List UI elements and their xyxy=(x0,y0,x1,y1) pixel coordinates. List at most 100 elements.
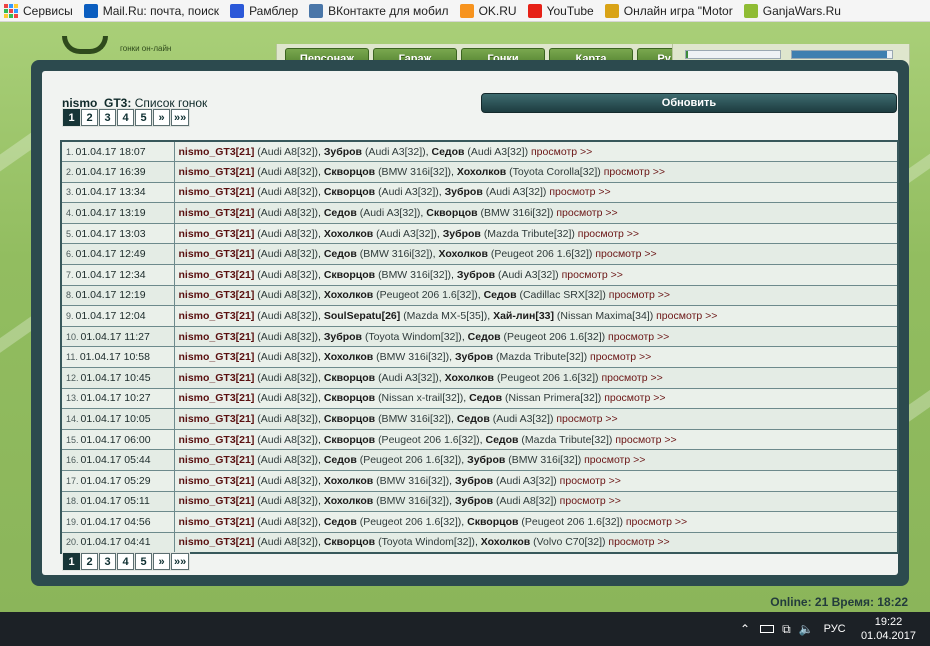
view-race-link[interactable]: просмотр >> xyxy=(531,146,592,158)
view-race-link[interactable]: просмотр >> xyxy=(656,310,717,322)
racer-name[interactable]: nismo_GT3[21] xyxy=(179,310,255,322)
bookmark-6[interactable]: Онлайн игра "Motor xyxy=(601,0,740,21)
racer-name[interactable]: Зубров xyxy=(455,495,493,507)
page-link[interactable]: 1 xyxy=(63,553,80,570)
bookmark-0[interactable]: Сервисы xyxy=(0,0,80,21)
page-link[interactable]: »» xyxy=(171,553,190,570)
racer-name[interactable]: nismo_GT3[21] xyxy=(179,392,255,404)
view-race-link[interactable]: просмотр >> xyxy=(615,434,676,446)
racer-name[interactable]: nismo_GT3[21] xyxy=(179,372,255,384)
racer-name[interactable]: nismo_GT3[21] xyxy=(179,166,255,178)
racer-name[interactable]: nismo_GT3[21] xyxy=(179,146,255,158)
racer-name[interactable]: nismo_GT3[21] xyxy=(179,495,255,507)
page-link[interactable]: 4 xyxy=(117,109,134,126)
bookmark-2[interactable]: Рамблер xyxy=(226,0,305,21)
racer-name[interactable]: nismo_GT3[21] xyxy=(179,434,255,446)
view-race-link[interactable]: просмотр >> xyxy=(608,536,669,548)
racer-name[interactable]: Зубров xyxy=(457,269,495,281)
racer-name[interactable]: Седов xyxy=(324,248,357,260)
racer-name[interactable]: Зубров xyxy=(443,228,481,240)
page-link[interactable]: 4 xyxy=(117,553,134,570)
racer-name[interactable]: Седов xyxy=(468,331,501,343)
racer-name[interactable]: Седов xyxy=(324,454,357,466)
view-race-link[interactable]: просмотр >> xyxy=(562,269,623,281)
page-link[interactable]: 3 xyxy=(99,109,116,126)
racer-name[interactable]: nismo_GT3[21] xyxy=(179,186,255,198)
view-race-link[interactable]: просмотр >> xyxy=(626,516,687,528)
racer-name[interactable]: Хохолков xyxy=(457,166,506,178)
view-race-link[interactable]: просмотр >> xyxy=(556,413,617,425)
racer-name[interactable]: SoulSepatu[26] xyxy=(324,310,400,322)
racer-name[interactable]: Скворцов xyxy=(324,269,375,281)
volume-icon[interactable]: 🔈 xyxy=(799,622,814,636)
battery-icon[interactable] xyxy=(760,625,775,633)
view-race-link[interactable]: просмотр >> xyxy=(560,495,621,507)
page-link[interactable]: » xyxy=(153,553,170,570)
racer-name[interactable]: nismo_GT3[21] xyxy=(179,331,255,343)
racer-name[interactable]: Скворцов xyxy=(467,516,518,528)
view-race-link[interactable]: просмотр >> xyxy=(549,186,610,198)
racer-name[interactable]: nismo_GT3[21] xyxy=(179,516,255,528)
racer-name[interactable]: Хохолков xyxy=(439,248,488,260)
network-icon[interactable]: ⧉ xyxy=(782,622,791,637)
racer-name[interactable]: nismo_GT3[21] xyxy=(179,289,255,301)
view-race-link[interactable]: просмотр >> xyxy=(578,228,639,240)
bookmark-7[interactable]: GanjaWars.Ru xyxy=(740,0,848,21)
view-race-link[interactable]: просмотр >> xyxy=(590,351,651,363)
page-link[interactable]: 5 xyxy=(135,553,152,570)
page-link[interactable]: »» xyxy=(171,109,190,126)
racer-name[interactable]: Седов xyxy=(324,207,357,219)
racer-name[interactable]: Зубров xyxy=(324,146,362,158)
racer-name[interactable]: Хохолков xyxy=(445,372,494,384)
racer-name[interactable]: Зубров xyxy=(445,186,483,198)
view-race-link[interactable]: просмотр >> xyxy=(556,207,617,219)
racer-name[interactable]: nismo_GT3[21] xyxy=(179,207,255,219)
racer-name[interactable]: Скворцов xyxy=(324,413,375,425)
racer-name[interactable]: Хохолков xyxy=(324,228,373,240)
racer-name[interactable]: Седов xyxy=(484,289,517,301)
racer-name[interactable]: Зубров xyxy=(455,475,493,487)
view-race-link[interactable]: просмотр >> xyxy=(604,392,665,404)
bookmark-1[interactable]: Mail.Ru: почта, поиск xyxy=(80,0,226,21)
racer-name[interactable]: Хохолков xyxy=(324,351,373,363)
racer-name[interactable]: Хай-лин[33] xyxy=(493,310,554,322)
view-race-link[interactable]: просмотр >> xyxy=(609,289,670,301)
clock[interactable]: 19:22 01.04.2017 xyxy=(861,615,916,643)
page-link[interactable]: » xyxy=(153,109,170,126)
racer-name[interactable]: Зубров xyxy=(455,351,493,363)
view-race-link[interactable]: просмотр >> xyxy=(595,248,656,260)
racer-name[interactable]: nismo_GT3[21] xyxy=(179,536,255,548)
racer-name[interactable]: Скворцов xyxy=(324,186,375,198)
racer-name[interactable]: Скворцов xyxy=(324,536,375,548)
refresh-button[interactable]: Обновить xyxy=(481,93,897,113)
racer-name[interactable]: Скворцов xyxy=(324,166,375,178)
racer-name[interactable]: Зубров xyxy=(324,331,362,343)
racer-name[interactable]: nismo_GT3[21] xyxy=(179,413,255,425)
racer-name[interactable]: Седов xyxy=(457,413,490,425)
bookmark-3[interactable]: ВКонтакте для мобил xyxy=(305,0,455,21)
racer-name[interactable]: Зубров xyxy=(467,454,505,466)
racer-name[interactable]: nismo_GT3[21] xyxy=(179,248,255,260)
view-race-link[interactable]: просмотр >> xyxy=(584,454,645,466)
page-link[interactable]: 2 xyxy=(81,553,98,570)
racer-name[interactable]: Седов xyxy=(469,392,502,404)
bookmark-4[interactable]: OK.RU xyxy=(456,0,524,21)
racer-name[interactable]: Хохолков xyxy=(324,495,373,507)
page-link[interactable]: 5 xyxy=(135,109,152,126)
racer-name[interactable]: Седов xyxy=(485,434,518,446)
page-link[interactable]: 1 xyxy=(63,109,80,126)
racer-name[interactable]: Хохолков xyxy=(324,289,373,301)
bookmark-5[interactable]: YouTube xyxy=(524,0,601,21)
page-link[interactable]: 3 xyxy=(99,553,116,570)
racer-name[interactable]: nismo_GT3[21] xyxy=(179,454,255,466)
racer-name[interactable]: nismo_GT3[21] xyxy=(179,269,255,281)
view-race-link[interactable]: просмотр >> xyxy=(608,331,669,343)
chevron-up-icon[interactable]: ⌃ xyxy=(740,622,750,636)
racer-name[interactable]: Скворцов xyxy=(324,372,375,384)
racer-name[interactable]: nismo_GT3[21] xyxy=(179,475,255,487)
racer-name[interactable]: nismo_GT3[21] xyxy=(179,351,255,363)
racer-name[interactable]: Хохолков xyxy=(324,475,373,487)
view-race-link[interactable]: просмотр >> xyxy=(604,166,665,178)
racer-name[interactable]: Скворцов xyxy=(324,392,375,404)
racer-name[interactable]: Скворцов xyxy=(426,207,477,219)
